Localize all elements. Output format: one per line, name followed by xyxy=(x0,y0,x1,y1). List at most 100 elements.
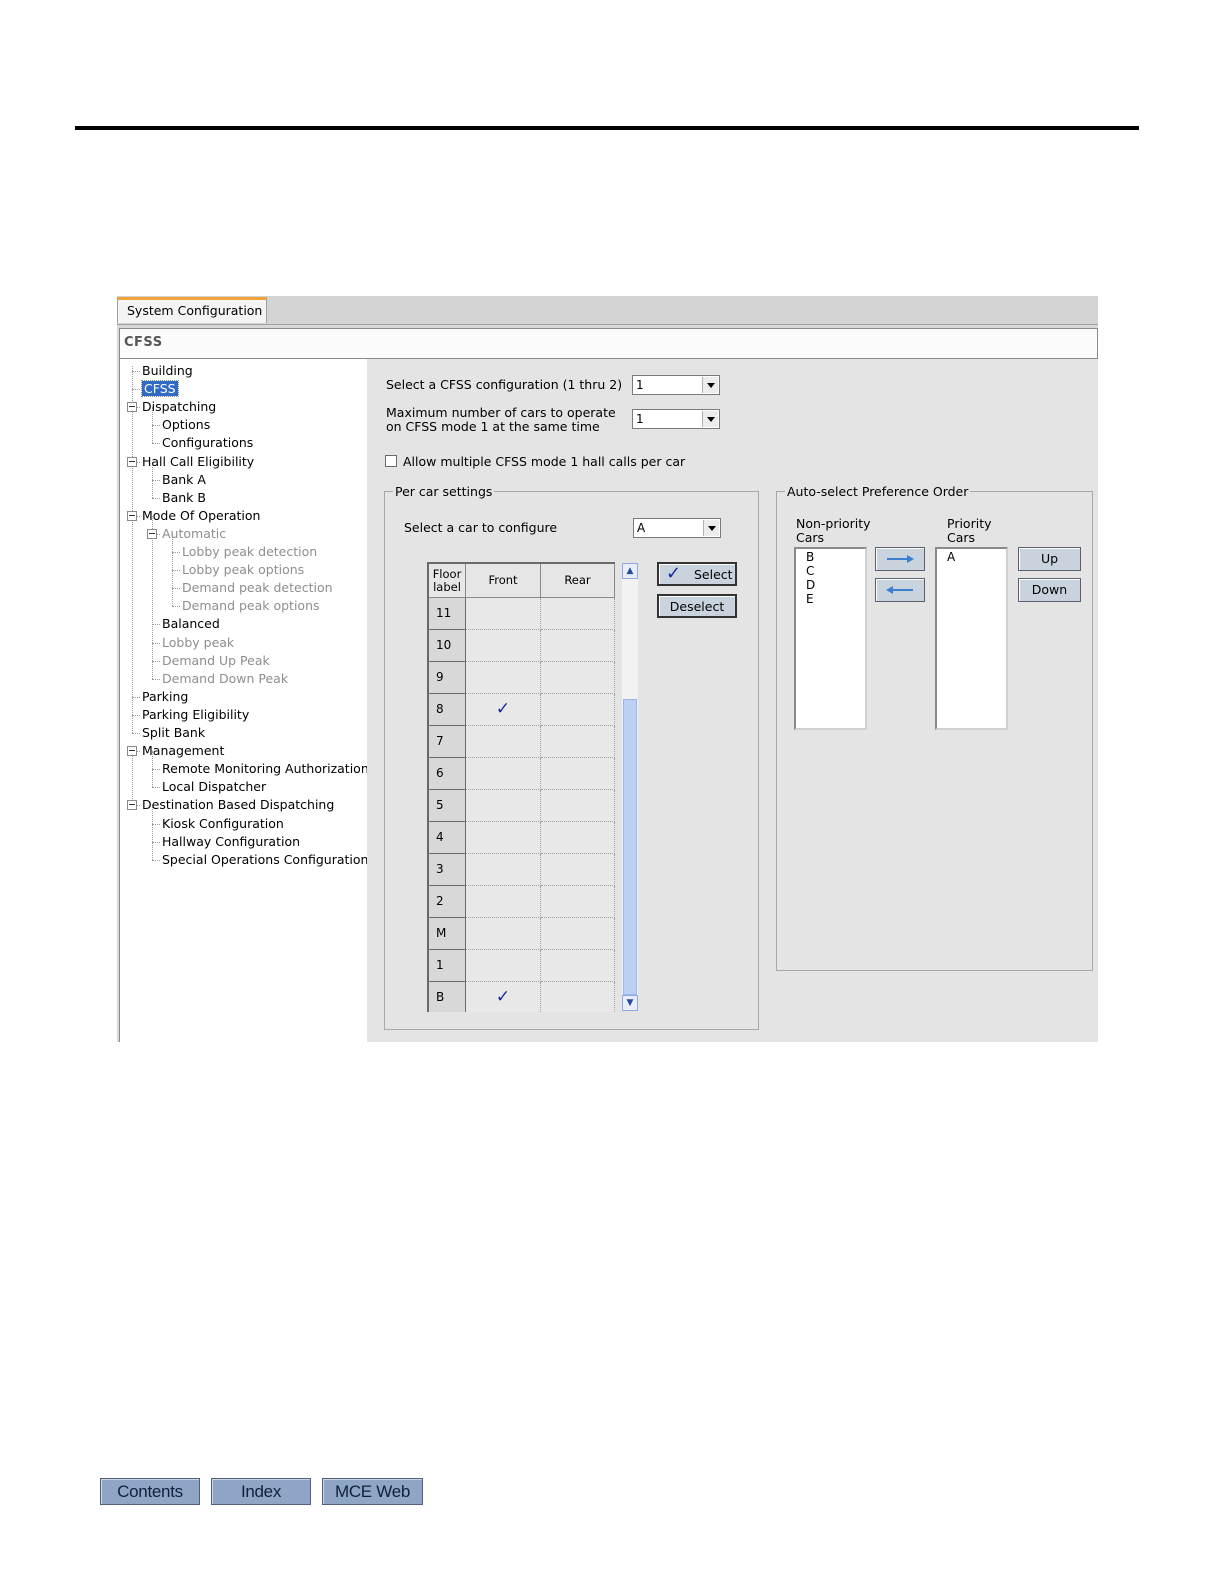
floor-label: 6 xyxy=(429,758,466,790)
index-button[interactable]: Index xyxy=(211,1478,311,1505)
contents-button[interactable]: Contents xyxy=(100,1478,200,1505)
cell-front[interactable] xyxy=(466,822,541,854)
tree-item-bank-b[interactable]: Bank B xyxy=(162,489,206,507)
list-item[interactable]: B xyxy=(806,550,855,564)
tree-item-special-operations-configuration[interactable]: Special Operations Configuration xyxy=(162,851,368,869)
cell-rear[interactable] xyxy=(541,598,615,630)
scrollbar-thumb[interactable] xyxy=(623,699,637,995)
cell-front[interactable] xyxy=(466,950,541,982)
cell-front[interactable] xyxy=(466,630,541,662)
collapse-icon[interactable] xyxy=(127,800,137,811)
floor-label: 3 xyxy=(429,854,466,886)
tree-item-lobby-peak-options[interactable]: Lobby peak options xyxy=(182,561,304,579)
cell-rear[interactable] xyxy=(541,822,615,854)
tree-item-lobby-peak[interactable]: Lobby peak xyxy=(162,634,234,652)
tree-item-label: Bank A xyxy=(162,471,206,487)
tree-item-demand-down-peak[interactable]: Demand Down Peak xyxy=(162,670,288,688)
tree-connector xyxy=(152,425,160,427)
tree-item-remote-monitoring-authorization[interactable]: Remote Monitoring Authorization xyxy=(162,760,369,778)
tree-item-demand-peak-detection[interactable]: Demand peak detection xyxy=(182,579,333,597)
tree-item-configurations[interactable]: Configurations xyxy=(162,434,253,452)
chevron-down-icon[interactable] xyxy=(703,520,719,536)
tree-item-parking[interactable]: Parking xyxy=(142,688,188,706)
allow-multiple-checkbox[interactable] xyxy=(385,455,397,467)
cell-rear[interactable] xyxy=(541,726,615,758)
tree-item-bank-a[interactable]: Bank A xyxy=(162,471,206,489)
tree-item-lobby-peak-detection[interactable]: Lobby peak detection xyxy=(182,543,317,561)
list-item[interactable]: A xyxy=(947,550,996,564)
cell-front[interactable] xyxy=(466,790,541,822)
cell-rear[interactable] xyxy=(541,694,615,726)
tree-item-balanced[interactable]: Balanced xyxy=(162,615,220,633)
tree-connector xyxy=(132,751,133,806)
cell-rear[interactable] xyxy=(541,854,615,886)
tree-item-label: Management xyxy=(142,743,225,759)
tree-item-building[interactable]: Building xyxy=(142,362,193,380)
cell-front[interactable] xyxy=(466,886,541,918)
tree-item-management[interactable]: Management xyxy=(142,742,224,760)
collapse-icon[interactable] xyxy=(127,746,137,757)
select-car-dropdown[interactable]: A xyxy=(633,518,721,538)
cell-front[interactable] xyxy=(466,662,541,694)
scroll-up-icon[interactable]: ▲ xyxy=(622,563,638,579)
collapse-icon[interactable] xyxy=(127,510,137,521)
tree-item-parking-eligibility[interactable]: Parking Eligibility xyxy=(142,706,249,724)
tree-item-options[interactable]: Options xyxy=(162,416,210,434)
tree-item-split-bank[interactable]: Split Bank xyxy=(142,724,205,742)
tree-item-automatic[interactable]: Automatic xyxy=(162,525,226,543)
list-item[interactable]: D xyxy=(806,578,855,592)
priority-cars-list[interactable]: A xyxy=(935,547,1008,730)
cell-rear[interactable] xyxy=(541,630,615,662)
move-to-nonpriority-button[interactable] xyxy=(875,578,925,602)
cell-front[interactable] xyxy=(466,918,541,950)
tree-item-hallway-configuration[interactable]: Hallway Configuration xyxy=(162,833,300,851)
config-select-dropdown[interactable]: 1 xyxy=(632,375,720,395)
cell-rear[interactable] xyxy=(541,982,615,1012)
table-row: 9 xyxy=(429,662,615,694)
cell-rear[interactable] xyxy=(541,886,615,918)
list-item[interactable]: C xyxy=(806,564,855,578)
tree-item-demand-peak-options[interactable]: Demand peak options xyxy=(182,597,320,615)
nonpriority-cars-list[interactable]: BCDE xyxy=(794,547,867,730)
tree-connector xyxy=(152,787,160,789)
cell-rear[interactable] xyxy=(541,918,615,950)
tree-item-cfss[interactable]: CFSS xyxy=(141,380,179,398)
cell-front[interactable] xyxy=(466,854,541,886)
tree-item-hall-call-eligibility[interactable]: Hall Call Eligibility xyxy=(142,453,254,471)
collapse-icon[interactable] xyxy=(127,402,137,413)
cell-front[interactable]: ✓ xyxy=(466,694,541,726)
mce-web-button[interactable]: MCE Web xyxy=(322,1478,423,1505)
table-row: M xyxy=(429,918,615,950)
chevron-down-icon[interactable] xyxy=(702,377,718,393)
cell-front[interactable] xyxy=(466,726,541,758)
max-cars-dropdown[interactable]: 1 xyxy=(632,409,720,429)
move-to-priority-button[interactable] xyxy=(875,547,925,571)
tree-item-label: Balanced xyxy=(162,616,220,632)
deselect-button[interactable]: Deselect xyxy=(657,594,737,618)
collapse-icon[interactable] xyxy=(147,528,157,539)
chevron-down-icon[interactable] xyxy=(702,411,718,427)
tree-item-destination-based-dispatching[interactable]: Destination Based Dispatching xyxy=(142,796,334,814)
select-button[interactable]: ✓ Select xyxy=(657,562,737,586)
cell-rear[interactable] xyxy=(541,758,615,790)
up-button[interactable]: Up xyxy=(1018,547,1081,571)
tree-item-demand-up-peak[interactable]: Demand Up Peak xyxy=(162,652,270,670)
tree-item-kiosk-configuration[interactable]: Kiosk Configuration xyxy=(162,815,284,833)
list-item[interactable]: E xyxy=(806,592,855,606)
tree-item-dispatching[interactable]: Dispatching xyxy=(142,398,216,416)
tree-item-local-dispatcher[interactable]: Local Dispatcher xyxy=(162,778,266,796)
checkmark-icon: ✓ xyxy=(495,699,511,719)
down-button[interactable]: Down xyxy=(1018,578,1081,602)
tree-item-mode-of-operation[interactable]: Mode Of Operation xyxy=(142,507,260,525)
scroll-down-icon[interactable]: ▼ xyxy=(622,995,638,1011)
collapse-icon[interactable] xyxy=(127,456,137,467)
cell-front[interactable] xyxy=(466,758,541,790)
cell-rear[interactable] xyxy=(541,662,615,694)
cell-rear[interactable] xyxy=(541,790,615,822)
cell-front[interactable]: ✓ xyxy=(466,982,541,1012)
cell-front[interactable] xyxy=(466,598,541,630)
cell-rear[interactable] xyxy=(541,950,615,982)
table-row: 4 xyxy=(429,822,615,854)
grid-vertical-scrollbar[interactable]: ▲ ▼ xyxy=(622,563,638,1011)
tab-system-configuration[interactable]: System Configuration xyxy=(117,297,267,323)
